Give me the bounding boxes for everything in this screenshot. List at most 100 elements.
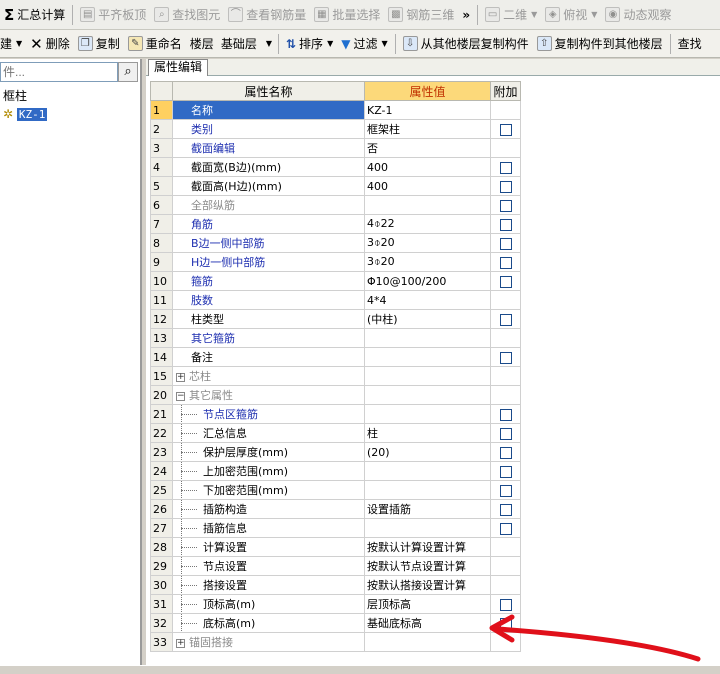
property-value[interactable]: (20) xyxy=(364,442,491,462)
table-row[interactable]: 22 汇总信息 柱 xyxy=(150,423,521,443)
rename-button[interactable]: ✎ 重命名 xyxy=(124,33,186,55)
table-row[interactable]: 8 B边一侧中部筋 3⌽20 xyxy=(150,233,521,253)
extra-checkbox[interactable] xyxy=(499,123,512,136)
table-row[interactable]: 7 角筋 4⌽22 xyxy=(150,214,521,234)
tab-property-edit[interactable]: 属性编辑 xyxy=(148,59,209,76)
property-value[interactable]: 否 xyxy=(364,138,491,158)
copy-to-floor-icon: ⇧ xyxy=(536,36,552,51)
table-row[interactable]: 13 其它箍筋 xyxy=(150,328,521,348)
property-value[interactable]: 按默认计算设置计算 xyxy=(364,537,491,557)
rebar-3d-button[interactable]: ▩ 钢筋三维 xyxy=(384,4,458,26)
find-button[interactable]: 查找 xyxy=(674,33,706,55)
extra-checkbox[interactable] xyxy=(499,446,512,459)
extra-checkbox[interactable] xyxy=(499,503,512,516)
extra-checkbox[interactable] xyxy=(499,199,512,212)
expand-icon[interactable]: + xyxy=(176,372,185,382)
search-button[interactable]: ⌕ xyxy=(118,62,138,82)
table-row[interactable]: 28 计算设置 按默认计算设置计算 xyxy=(150,537,521,557)
filter-dropdown[interactable]: ▼ 过滤 ▼ xyxy=(337,33,391,55)
property-value[interactable] xyxy=(364,480,491,500)
property-value[interactable]: (中柱) xyxy=(364,309,491,329)
property-value[interactable]: 3⌽20 xyxy=(364,252,491,272)
table-row[interactable]: 15 + 芯柱 xyxy=(150,366,521,386)
sum-calc-button[interactable]: Σ 汇总计算 xyxy=(0,4,69,26)
extra-checkbox[interactable] xyxy=(499,484,512,497)
copy-to-floor-button[interactable]: ⇧ 复制构件到其他楼层 xyxy=(533,33,667,55)
collapse-icon[interactable]: − xyxy=(176,391,185,401)
property-value[interactable] xyxy=(364,328,491,348)
extra-checkbox[interactable] xyxy=(499,218,512,231)
table-row[interactable]: 21 节点区箍筋 xyxy=(150,404,521,424)
extra-checkbox[interactable] xyxy=(499,161,512,174)
property-value[interactable]: 按默认搭接设置计算 xyxy=(364,575,491,595)
floor-select[interactable]: 基础层 ▼ xyxy=(218,34,275,54)
extra-checkbox[interactable] xyxy=(499,180,512,193)
table-row[interactable]: 3 截面编辑 否 xyxy=(150,138,521,158)
extra-checkbox[interactable] xyxy=(499,465,512,478)
more-button[interactable]: » xyxy=(458,4,474,26)
tree-item-kz1[interactable]: ✲ KZ-1 xyxy=(0,105,48,124)
table-row[interactable]: 26 插筋构造 设置插筋 xyxy=(150,499,521,519)
table-row[interactable]: 11 肢数 4*4 xyxy=(150,290,521,310)
property-value[interactable]: 柱 xyxy=(364,423,491,443)
expand-icon[interactable]: + xyxy=(176,638,185,648)
property-value[interactable] xyxy=(364,195,491,215)
flat-slab-top-button[interactable]: ▤ 平齐板顶 xyxy=(76,4,150,26)
table-row[interactable]: 6 全部纵筋 xyxy=(150,195,521,215)
extra-checkbox[interactable] xyxy=(499,427,512,440)
table-row[interactable]: 25 下加密范围(mm) xyxy=(150,480,521,500)
table-row[interactable]: 2 类别 框架柱 xyxy=(150,119,521,139)
view-rebar-button[interactable]: ⌒ 查看钢筋量 xyxy=(224,4,310,26)
extra-checkbox[interactable] xyxy=(499,313,512,326)
tree-root-column[interactable]: 框柱 xyxy=(0,87,47,105)
copy-button[interactable]: ❐ 复制 xyxy=(74,33,124,55)
table-row[interactable]: 27 插筋信息 xyxy=(150,518,521,538)
sort-dropdown[interactable]: ⇅ 排序 ▼ xyxy=(282,33,337,55)
table-row[interactable]: 12 柱类型 (中柱) xyxy=(150,309,521,329)
table-row[interactable]: 4 截面宽(B边)(mm) 400 xyxy=(150,157,521,177)
property-value[interactable]: 设置插筋 xyxy=(364,499,491,519)
table-row[interactable]: 9 H边一侧中部筋 3⌽20 xyxy=(150,252,521,272)
table-row[interactable]: 14 备注 xyxy=(150,347,521,367)
table-row[interactable]: 1 名称 KZ-1 xyxy=(150,100,521,120)
property-value[interactable]: 4*4 xyxy=(364,290,491,310)
property-value[interactable] xyxy=(364,385,491,405)
property-value[interactable]: KZ-1 xyxy=(364,100,491,120)
table-row[interactable]: 10 箍筋 Φ10@100/200 xyxy=(150,271,521,291)
filter-icon: ▼ xyxy=(341,36,351,51)
view-2d-dropdown[interactable]: ▭ 二维 ▼ xyxy=(481,4,541,26)
property-value[interactable]: 4⌽22 xyxy=(364,214,491,234)
table-row[interactable]: 20− 其它属性 xyxy=(150,385,521,405)
extra-checkbox[interactable] xyxy=(499,522,512,535)
property-value[interactable]: 按默认节点设置计算 xyxy=(364,556,491,576)
property-value[interactable]: Φ10@100/200 xyxy=(364,271,491,291)
property-value[interactable] xyxy=(364,518,491,538)
dynamic-observe-button[interactable]: ◉ 动态观察 xyxy=(601,4,675,26)
property-value[interactable] xyxy=(364,347,491,367)
table-row[interactable]: 24 上加密范围(mm) xyxy=(150,461,521,481)
table-row[interactable]: 30 搭接设置 按默认搭接设置计算 xyxy=(150,575,521,595)
property-value[interactable]: 400 xyxy=(364,176,491,196)
copy-from-floor-button[interactable]: ⇩ 从其他楼层复制构件 xyxy=(399,33,533,55)
property-value[interactable] xyxy=(364,366,491,386)
extra-checkbox[interactable] xyxy=(499,408,512,421)
property-value[interactable]: 400 xyxy=(364,157,491,177)
table-row[interactable]: 23 保护层厚度(mm) (20) xyxy=(150,442,521,462)
new-dropdown[interactable]: 建 ▼ xyxy=(0,33,26,55)
top-view-dropdown[interactable]: ◈ 俯视 ▼ xyxy=(541,4,601,26)
table-row[interactable]: 29 节点设置 按默认节点设置计算 xyxy=(150,556,521,576)
extra-checkbox[interactable] xyxy=(499,237,512,250)
header-name: 属性名称 xyxy=(172,81,365,101)
property-value[interactable]: 3⌽20 xyxy=(364,233,491,253)
table-row[interactable]: 5 截面高(H边)(mm) 400 xyxy=(150,176,521,196)
find-element-button[interactable]: ⌕ 查找图元 xyxy=(150,4,224,26)
extra-checkbox[interactable] xyxy=(499,351,512,364)
property-value[interactable] xyxy=(364,461,491,481)
extra-checkbox[interactable] xyxy=(499,256,512,269)
delete-button[interactable]: ✕ 删除 xyxy=(26,33,74,55)
property-value[interactable] xyxy=(364,404,491,424)
extra-checkbox[interactable] xyxy=(499,275,512,288)
batch-select-button[interactable]: ▦ 批量选择 xyxy=(310,4,384,26)
search-input[interactable] xyxy=(0,62,118,82)
property-value[interactable]: 框架柱 xyxy=(364,119,491,139)
